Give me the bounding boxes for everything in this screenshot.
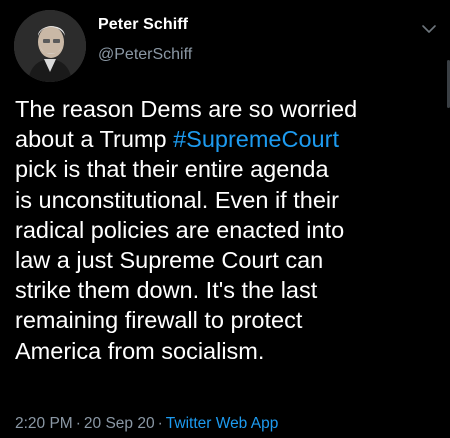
tweet-card: Peter Schiff @PeterSchiff The reason Dem…: [0, 0, 450, 438]
tweet-text-segment: about a Trump: [15, 126, 174, 153]
tweet-text-line: radical policies are enacted into: [15, 216, 345, 243]
author-handle[interactable]: @PeterSchiff: [98, 45, 192, 65]
tweet-text-line: remaining firewall to protect: [15, 307, 303, 334]
meta-separator: ·: [157, 415, 163, 432]
tweet-source-link[interactable]: Twitter Web App: [166, 415, 279, 432]
meta-separator: ·: [75, 415, 81, 432]
avatar[interactable]: [14, 10, 86, 82]
tweet-text-line: about a Trump #SupremeCourt: [15, 124, 445, 154]
tweet-time[interactable]: 2:20 PM: [15, 415, 73, 432]
tweet-text: The reason Dems are so worried about a T…: [15, 94, 445, 366]
tweet-date[interactable]: 20 Sep 20: [84, 415, 155, 432]
tweet-text-line: The reason Dems are so worried: [15, 96, 358, 122]
author-display-name[interactable]: Peter Schiff: [98, 15, 192, 35]
tweet-text-line: law a just Supreme Court can: [15, 247, 324, 274]
more-options-button[interactable]: [420, 22, 438, 34]
author-block[interactable]: Peter Schiff @PeterSchiff: [98, 15, 192, 65]
tweet-text-line: is unconstitutional. Even if their: [15, 186, 339, 213]
tweet-text-line: pick is that their entire agenda: [15, 156, 329, 183]
tweet-text-line: strike them down. It's the last: [15, 277, 318, 304]
chevron-down-icon: [422, 25, 436, 33]
tweet-meta: 2:20 PM · 20 Sep 20 · Twitter Web App: [15, 414, 278, 434]
hashtag-link[interactable]: #SupremeCourt: [173, 126, 339, 152]
tweet-text-line: America from socialism.: [15, 337, 265, 364]
profile-photo-icon: [14, 10, 86, 82]
